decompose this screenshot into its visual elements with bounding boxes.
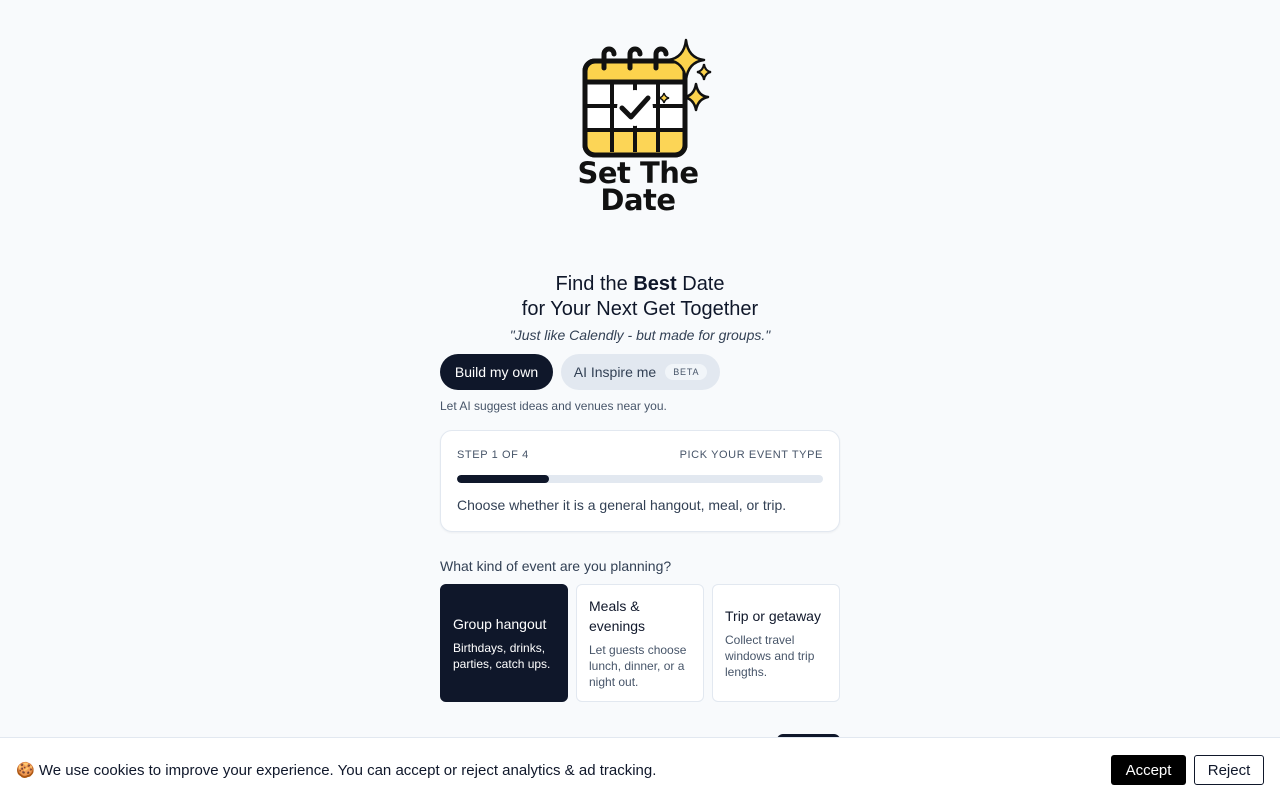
cookie-message: 🍪 We use cookies to improve your experie… — [16, 762, 657, 779]
headline-bold: Best — [633, 273, 677, 295]
tagline: "Just like Calendly - but made for group… — [509, 327, 771, 343]
option-title: Trip or getaway — [725, 608, 821, 624]
option-subtitle: Birthdays, drinks, parties, catch ups. — [453, 641, 551, 671]
ai-inspire-button[interactable]: AI Inspire me BETA — [561, 354, 720, 390]
headline-line-2: for Your Next Get Together — [521, 298, 759, 320]
option-title: Group hangout — [453, 616, 547, 632]
logo-wordmark: Set The Date — [568, 159, 708, 217]
sparkle-icon — [660, 38, 712, 112]
step-counter: STEP 1 OF 4 — [457, 449, 529, 461]
ai-hint-text: Let AI suggest ideas and venues near you… — [440, 399, 667, 413]
progress-bar — [457, 475, 823, 483]
headline-prefix: Find the — [555, 273, 634, 295]
option-subtitle: Collect travel windows and trip lengths. — [725, 633, 815, 679]
ai-inspire-label: AI Inspire me — [573, 364, 657, 380]
progress-fill — [457, 475, 549, 483]
step-description: Choose whether it is a general hangout, … — [457, 497, 787, 513]
option-title: Meals & evenings — [589, 598, 646, 634]
beta-badge: BETA — [665, 364, 708, 380]
step-progress-card: STEP 1 OF 4 PICK YOUR EVENT TYPE Choose … — [440, 430, 840, 532]
cookie-banner: 🍪 We use cookies to improve your experie… — [0, 737, 1280, 800]
option-subtitle: Let guests choose lunch, dinner, or a ni… — [589, 643, 687, 689]
option-group-hangout[interactable]: Group hangout Birthdays, drinks, parties… — [440, 584, 568, 702]
option-trip-getaway[interactable]: Trip or getaway Collect travel windows a… — [712, 584, 840, 702]
reject-cookies-button[interactable]: Reject — [1194, 755, 1264, 785]
accept-cookies-button[interactable]: Accept — [1111, 755, 1186, 785]
step-title: PICK YOUR EVENT TYPE — [679, 449, 823, 461]
logo-line-2: Date — [600, 183, 676, 217]
set-the-date-logo: Set The Date — [568, 38, 718, 228]
event-type-question: What kind of event are you planning? — [440, 558, 672, 574]
option-meals-evenings[interactable]: Meals & evenings Let guests choose lunch… — [576, 584, 704, 702]
headline-suffix: Date — [676, 273, 725, 295]
page-headline: Find the Best Date for Your Next Get Tog… — [440, 272, 840, 322]
build-my-own-button[interactable]: Build my own — [440, 354, 553, 390]
